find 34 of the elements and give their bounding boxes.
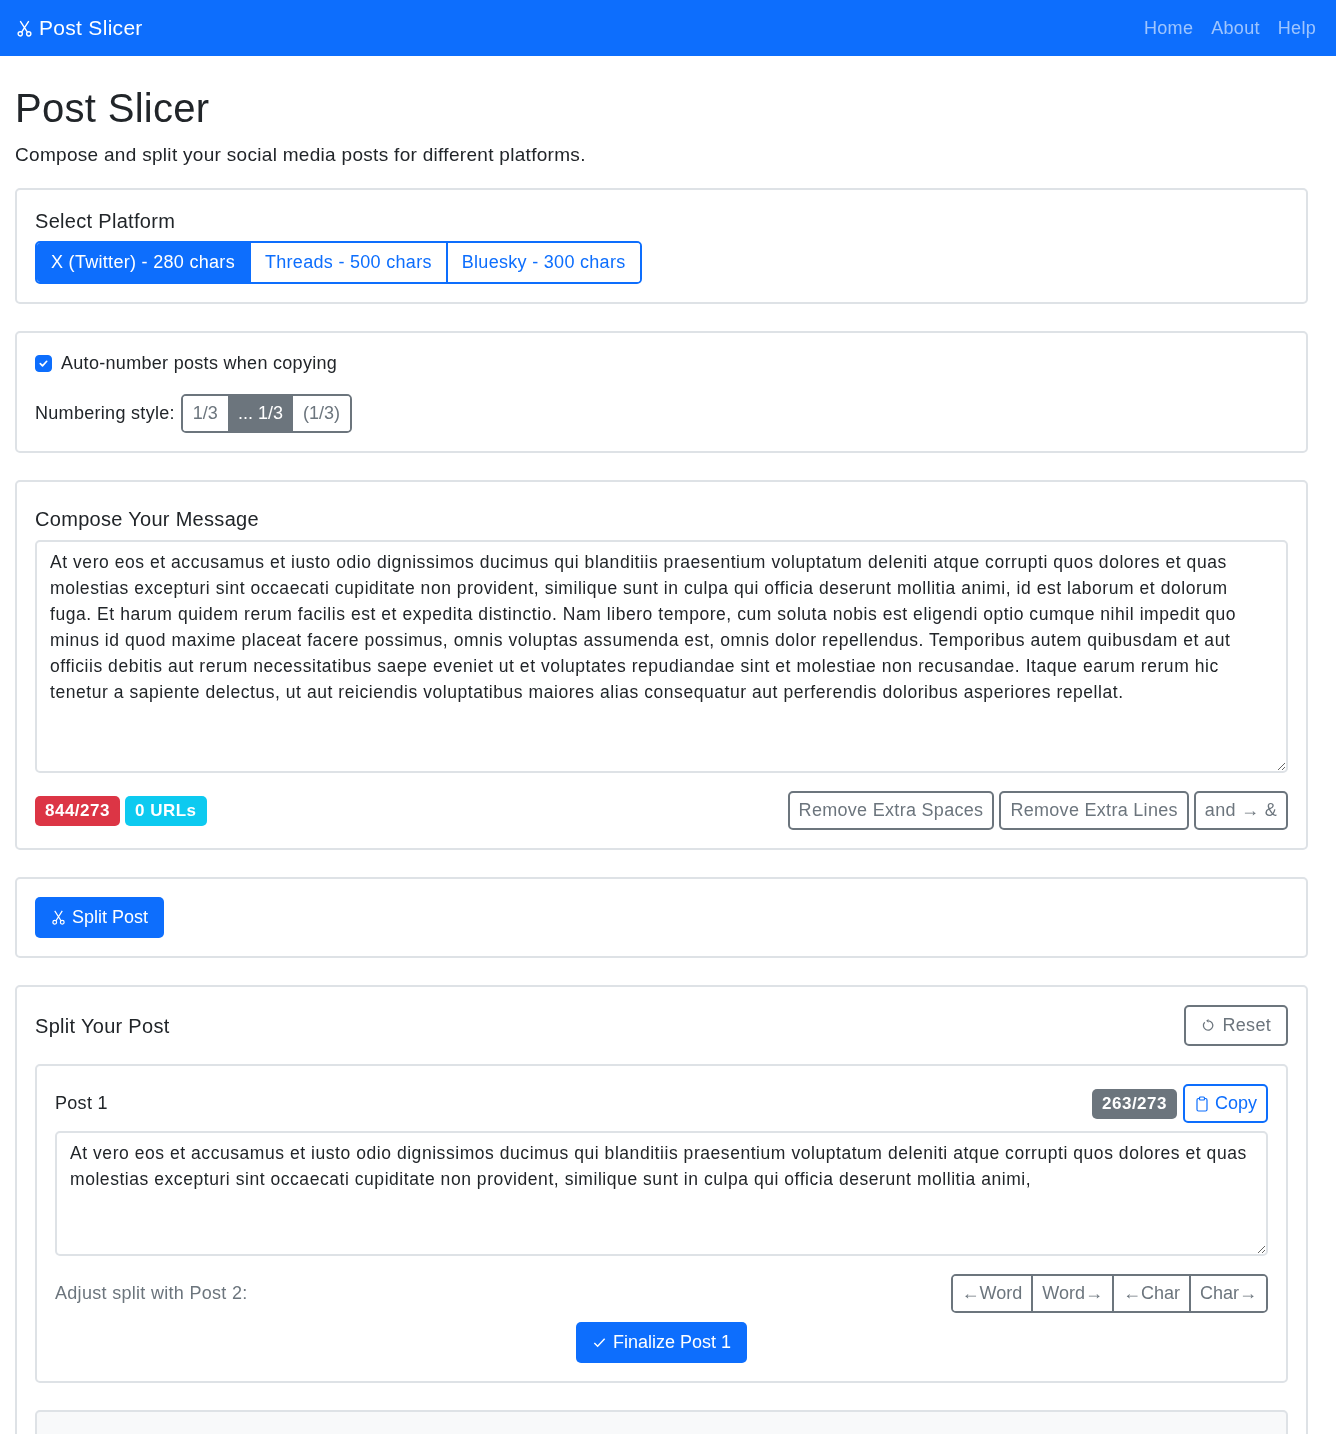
nav-link[interactable]: Help [1277,17,1316,39]
nav-link[interactable]: About [1211,17,1260,39]
nav-link[interactable]: Home [1144,17,1194,39]
numbering-style-button[interactable]: ... 1/3 [227,396,293,431]
platform-button[interactable]: Bluesky - 300 chars [445,243,640,282]
card-title: Select Platform [35,209,177,234]
tool-button[interactable]: Remove Extra Spaces [787,791,995,830]
brand-link[interactable]: Post Slicer [16,16,143,40]
post-textarea[interactable]: At vero eos et accusamus et iusto odio dignissimos ducimus qui blanditiis praesentium voluptatum deleniti atque corrupti quos dolores et quas molestias excepturi sint occaecati cupiditate non provident, similique sunt in culpa qui officia deserunt mollitia animi, [55,1131,1268,1256]
platform-button[interactable]: X (Twitter) - 280 chars [37,243,249,282]
count-badge: 844/273 [35,795,120,826]
reset-button[interactable]: Reset [1184,1005,1288,1046]
checkbox-label: Auto-number posts when copying [61,353,338,374]
count-badge: 0 URLs [124,795,207,826]
page-subtitle: Compose and split your social media posts for different platforms. [15,144,587,166]
check-icon [38,358,49,369]
card-title: Compose Your Message [35,507,260,532]
numbering-label: Numbering style: [35,403,175,424]
scissors-icon [51,910,66,925]
tool-button[interactable]: and → & [1193,791,1288,830]
post-title: Post 1 [55,1093,108,1114]
copy-button[interactable]: Copy [1182,1084,1268,1123]
adjust-label: Adjust split with Post 2: [55,1283,248,1304]
page-title: Post Slicer [15,85,211,132]
count-badge: 263/273 [1092,1088,1177,1119]
card-title: Split Your Post [35,1013,170,1039]
message-textarea[interactable]: At vero eos et accusamus et iusto odio dignissimos ducimus qui blanditiis praesentium voluptatum deleniti atque corrupti quos dolores et quas molestias excepturi sint occaecati cupiditate non provident, similique sunt in culpa qui officia deserunt mollitia animi, id est laborum et dolorum fuga. Et harum quidem rerum facilis est et expedita distinctio. Nam libero tempore, cum soluta nobis est eligendi optio cumque nihil impedit quo minus id quod maxime placeat facere possimus, omnis voluptas assumenda est, omnis dolor repellendus. Temporibus autem quibusdam et aut officiis debitis aut rerum necessitatibus saepe eveniet ut et voluptates repudiandae sint et molestiae non recusandae. Itaque earum rerum hic tenetur a sapiente delectus, ut aut reiciendis voluptatibus maiores alias consequatur aut perferendis doloribus asperiores repellat. [35,540,1288,773]
tool-button[interactable]: Remove Extra Lines [999,791,1189,830]
scissors-icon [16,19,33,37]
split-post-button[interactable]: Split Post [35,897,165,938]
finalize-button[interactable]: Finalize Post 1 [575,1322,748,1363]
adjust-button[interactable]: Char→ [1189,1276,1266,1311]
checkbox[interactable] [35,355,52,372]
clipboard-icon [1193,1095,1210,1112]
